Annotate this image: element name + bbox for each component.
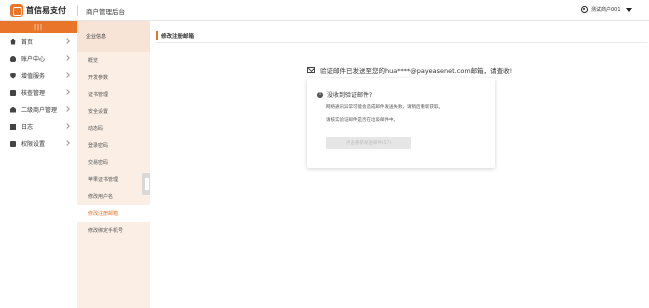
chevron-down-icon <box>625 7 632 12</box>
help-card: ! 没收到验证邮件? 网络通讯异常可能会造成邮件发送失败，请稍后重新获取。 请核… <box>307 78 495 168</box>
sidebar-item-permissions[interactable]: 权限设置 <box>0 135 77 152</box>
sidebar-item-value-added[interactable]: 增值服务 <box>0 67 77 84</box>
info-icon: ! <box>317 91 323 98</box>
chevron-right-icon <box>64 72 70 78</box>
chevron-right-icon <box>64 89 70 95</box>
subnav-item-dynamic-code[interactable]: 动态码 <box>77 120 150 137</box>
page-title-bar: 修改注册邮箱 <box>156 29 647 43</box>
user-name: 测试商户001 <box>591 7 621 13</box>
chevron-right-icon <box>64 123 70 129</box>
subnav-item-change-email[interactable]: 修改注册邮箱 <box>77 205 150 222</box>
help-card-title-text: 没收到验证邮件? <box>327 92 373 99</box>
subnav-item-change-phone[interactable]: 修改绑定手机号 <box>77 222 150 239</box>
sidebar-item-verification[interactable]: 核查管理 <box>0 84 77 101</box>
sidebar-item-label: 增值服务 <box>21 73 46 80</box>
sidebar-item-label: 核查管理 <box>21 90 46 97</box>
sent-notice-text: 验证邮件已发送至您的hua****@payeasenet.com邮箱，请查收! <box>320 67 513 75</box>
brand-name: 首信易支付 <box>26 6 66 15</box>
sidebar-item-log[interactable]: 日志 <box>0 118 77 135</box>
subnav-item-dev-params[interactable]: 开发参数 <box>77 69 150 86</box>
system-name: 商户管理后台 <box>86 8 125 16</box>
subnav-item-trade-password[interactable]: 交易密码 <box>77 154 150 171</box>
subnav-item-security[interactable]: 安全设置 <box>77 103 150 120</box>
logo-icon <box>10 4 23 17</box>
mail-icon <box>307 67 315 73</box>
subnav-item-change-username[interactable]: 修改用户名 <box>77 188 150 205</box>
header-divider <box>77 5 78 16</box>
top-header: 首信易支付 商户管理后台 测试商户001 <box>0 0 649 21</box>
resend-email-button[interactable]: 点击重新发送邮件(57) <box>326 137 411 149</box>
user-icon <box>10 55 16 62</box>
shield-icon <box>10 72 16 79</box>
subnav-header: 企业信息 <box>77 21 150 52</box>
chevron-right-icon <box>64 38 70 44</box>
help-line-spam: 请核实验证邮件是否在垃圾邮件中。 <box>326 118 398 123</box>
chevron-right-icon <box>64 106 70 112</box>
sidebar-item-label: 二级商户管理 <box>21 107 58 114</box>
subnav-item-overview[interactable]: 概览 <box>77 52 150 69</box>
subnav-item-certificates[interactable]: 证书管理 <box>77 86 150 103</box>
primary-sidebar: ||| 首页 账户中心 增值服务 核查管理 二级商户管理 日志 权限设置 <box>0 21 77 308</box>
main-content: 修改注册邮箱 验证邮件已发送至您的hua****@payeasenet.com邮… <box>150 21 649 308</box>
user-menu[interactable]: 测试商户001 <box>581 6 632 13</box>
chevron-right-icon <box>64 140 70 146</box>
sidebar-item-account[interactable]: 账户中心 <box>0 50 77 67</box>
help-line-network: 网络通讯异常可能会造成邮件发送失败，请稍后重新获取。 <box>326 105 443 110</box>
sidebar-item-label: 权限设置 <box>21 141 46 148</box>
secondary-sidebar: 企业信息 概览 开发参数 证书管理 安全设置 动态码 登录密码 交易密码 苹果证… <box>77 21 150 308</box>
page-title: 修改注册邮箱 <box>161 34 195 40</box>
user-avatar-icon <box>581 6 588 13</box>
brand-logo[interactable]: 首信易支付 <box>10 4 66 17</box>
chevron-right-icon <box>64 55 70 61</box>
subnav-item-apple-cert[interactable]: 苹果证书管理 <box>77 171 150 188</box>
home-icon <box>10 38 16 45</box>
sidebar-item-label: 首页 <box>21 39 34 46</box>
sidebar-toggle[interactable]: ||| <box>0 21 77 33</box>
lock-icon <box>10 140 16 147</box>
collapse-handle[interactable] <box>142 173 150 195</box>
subnav-item-login-password[interactable]: 登录密码 <box>77 137 150 154</box>
sidebar-item-home[interactable]: 首页 <box>0 33 77 50</box>
log-icon <box>10 123 16 130</box>
sent-notice: 验证邮件已发送至您的hua****@payeasenet.com邮箱，请查收! <box>307 65 512 75</box>
help-card-title: ! 没收到验证邮件? <box>317 90 372 99</box>
merchant-icon <box>10 106 16 113</box>
document-icon <box>10 89 16 96</box>
sidebar-item-label: 账户中心 <box>21 56 46 63</box>
sidebar-item-label: 日志 <box>21 124 34 131</box>
sidebar-item-sub-merchant[interactable]: 二级商户管理 <box>0 101 77 118</box>
